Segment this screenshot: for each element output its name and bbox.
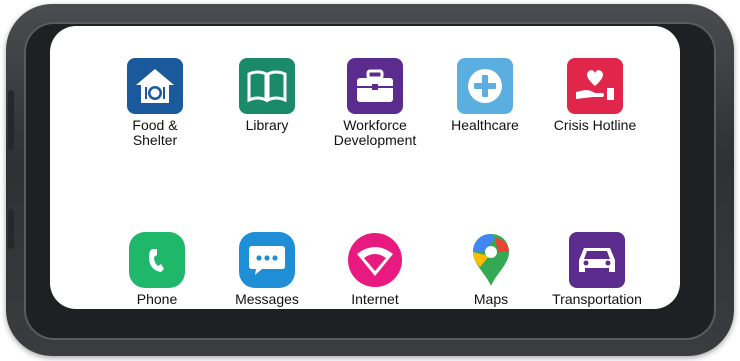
- app-label: Maps: [473, 291, 509, 307]
- app-messages[interactable]: Messages: [212, 232, 322, 307]
- briefcase-icon: [347, 58, 403, 114]
- side-button[interactable]: [8, 209, 14, 249]
- app-label: Crisis Hotline: [553, 117, 637, 133]
- app-maps[interactable]: Maps: [436, 232, 546, 307]
- chat-bubble-icon: [239, 232, 295, 288]
- app-workforce-development[interactable]: Workforce Development: [320, 58, 430, 148]
- phone-icon: [129, 232, 185, 288]
- app-healthcare[interactable]: Healthcare: [430, 58, 540, 133]
- book-icon: [239, 58, 295, 114]
- app-label: Messages: [235, 291, 299, 307]
- plus-icon: [457, 58, 513, 114]
- app-label: Library: [245, 117, 289, 133]
- app-label: Phone: [136, 291, 178, 307]
- app-label: Healthcare: [451, 117, 519, 133]
- wifi-icon: [347, 232, 403, 288]
- car-icon: [569, 232, 625, 288]
- app-label: Transportation: [552, 291, 642, 307]
- side-button[interactable]: [8, 90, 14, 150]
- home-screen: Food & Shelter Library Workforce Develop…: [50, 26, 680, 309]
- app-library[interactable]: Library: [212, 58, 322, 133]
- house-plate-icon: [127, 58, 183, 114]
- heart-hand-icon: [567, 58, 623, 114]
- map-pin-icon: [463, 232, 519, 288]
- app-internet[interactable]: Internet: [320, 232, 430, 307]
- app-label: Food & Shelter: [132, 117, 178, 148]
- app-crisis-hotline[interactable]: Crisis Hotline: [540, 58, 650, 133]
- app-transportation[interactable]: Transportation: [542, 232, 652, 307]
- tablet-device: Food & Shelter Library Workforce Develop…: [6, 4, 734, 356]
- app-food-shelter[interactable]: Food & Shelter: [100, 58, 210, 148]
- app-label: Workforce Development: [333, 117, 417, 148]
- app-label: Internet: [351, 291, 399, 307]
- app-phone[interactable]: Phone: [102, 232, 212, 307]
